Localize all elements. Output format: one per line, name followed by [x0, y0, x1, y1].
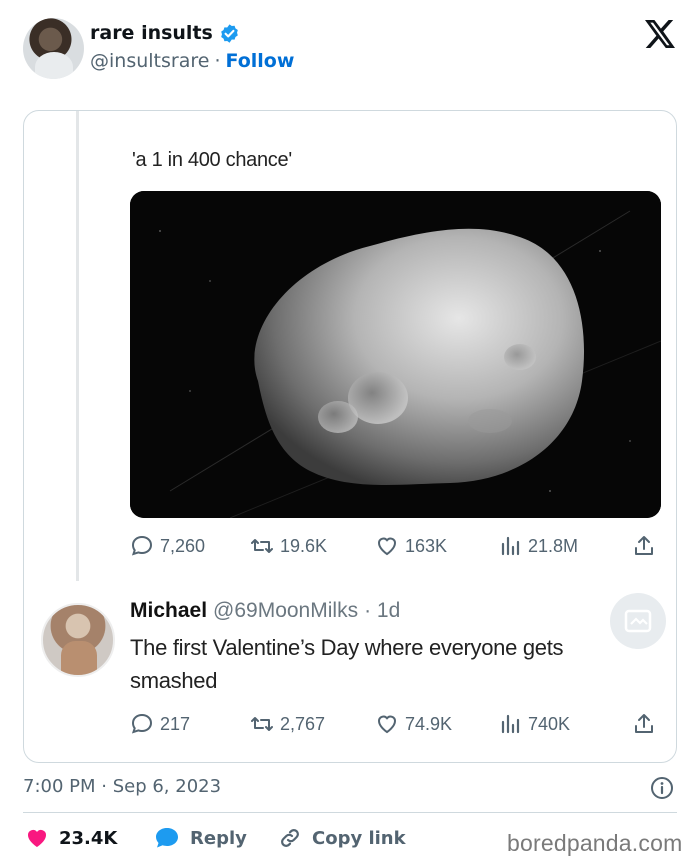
reply-view-count-label: 740K — [528, 713, 571, 734]
boredpanda-watermark: boredpanda.com — [507, 830, 683, 856]
reply-view-count[interactable]: 740K — [498, 712, 570, 736]
quoted-repost-count[interactable]: 19.6K — [250, 534, 327, 558]
quoted-like-count[interactable]: 163K — [375, 534, 447, 558]
author-name-row: rare insults — [90, 22, 240, 44]
reply-like-count-label: 74.9K — [405, 713, 453, 734]
like-button[interactable]: 23.4K — [25, 826, 117, 850]
share-icon — [635, 714, 653, 733]
image-frame-icon — [624, 609, 652, 633]
reply-author-handle[interactable]: @69MoonMilks — [213, 599, 358, 623]
reply-bubble-icon — [131, 713, 153, 734]
like-count: 23.4K — [59, 827, 118, 849]
repost-icon — [251, 539, 273, 553]
copy-link-button[interactable]: Copy link — [278, 826, 406, 850]
quoted-reply-count[interactable]: 7,260 — [130, 534, 205, 558]
x-logo-icon[interactable] — [645, 20, 675, 48]
heart-filled-icon — [28, 830, 46, 847]
reply-reply-count-label: 217 — [160, 713, 191, 734]
reply-share[interactable] — [632, 712, 656, 736]
reply-repost-count-label: 2,767 — [280, 713, 326, 734]
reply-actions: 217 2,767 74.9K 740K — [130, 710, 661, 738]
views-chart-icon — [501, 536, 520, 556]
grok-image-icon[interactable] — [610, 593, 666, 649]
reply-like-count[interactable]: 74.9K — [375, 712, 452, 736]
quoted-repost-count-label: 19.6K — [280, 535, 328, 556]
repost-icon — [251, 717, 273, 731]
quoted-tweet-text: 'a 1 in 400 chance' — [132, 149, 292, 171]
reply-author-name[interactable]: Michael — [130, 599, 207, 623]
reply-meta: Michael @69MoonMilks · 1d — [130, 599, 400, 623]
tweet-timestamp[interactable]: 7:00 PM · Sep 6, 2023 — [23, 776, 221, 797]
asteroid-image[interactable] — [130, 191, 661, 518]
tweet-header: rare insults @insultsrare · Follow — [0, 0, 700, 100]
quoted-reply-count-label: 7,260 — [160, 535, 206, 556]
quoted-view-count[interactable]: 21.8M — [498, 534, 578, 558]
reply-repost-count[interactable]: 2,767 — [250, 712, 325, 736]
quoted-like-count-label: 163K — [405, 535, 448, 556]
handle-separator: · — [214, 50, 221, 72]
author-handle[interactable]: @insultsrare — [90, 50, 209, 72]
embedded-screenshot-card: 'a 1 in 400 chance' 7,260 19.6K 163K 21.… — [23, 110, 677, 763]
link-icon — [281, 829, 299, 847]
author-handle-row: @insultsrare · Follow — [90, 50, 294, 72]
share-icon — [635, 536, 653, 555]
views-chart-icon — [501, 714, 520, 734]
heart-outline-icon — [377, 537, 397, 556]
author-display-name[interactable]: rare insults — [90, 22, 213, 44]
reply-age: · 1d — [364, 599, 401, 622]
info-icon[interactable] — [650, 776, 674, 800]
reply-text: The first Valentine’s Day where everyone… — [130, 635, 564, 693]
quoted-view-count-label: 21.8M — [528, 535, 579, 556]
reply-label: Reply — [190, 827, 247, 849]
heart-outline-icon — [377, 715, 397, 734]
thread-line — [76, 111, 79, 581]
follow-button[interactable]: Follow — [225, 50, 294, 72]
verified-badge-icon — [221, 23, 238, 43]
reply-reply-count[interactable]: 217 — [130, 712, 190, 736]
quoted-tweet-actions: 7,260 19.6K 163K 21.8M — [130, 532, 661, 560]
reply-button[interactable]: Reply — [154, 826, 247, 850]
footer-divider — [23, 812, 677, 813]
author-avatar[interactable] — [23, 18, 84, 79]
asteroid-illustration — [130, 191, 661, 518]
reply-bubble-filled-icon — [156, 828, 178, 848]
reply-author-avatar[interactable] — [41, 603, 115, 677]
reply-bubble-icon — [131, 535, 153, 556]
quoted-share[interactable] — [632, 534, 656, 558]
copy-link-label: Copy link — [312, 827, 406, 849]
